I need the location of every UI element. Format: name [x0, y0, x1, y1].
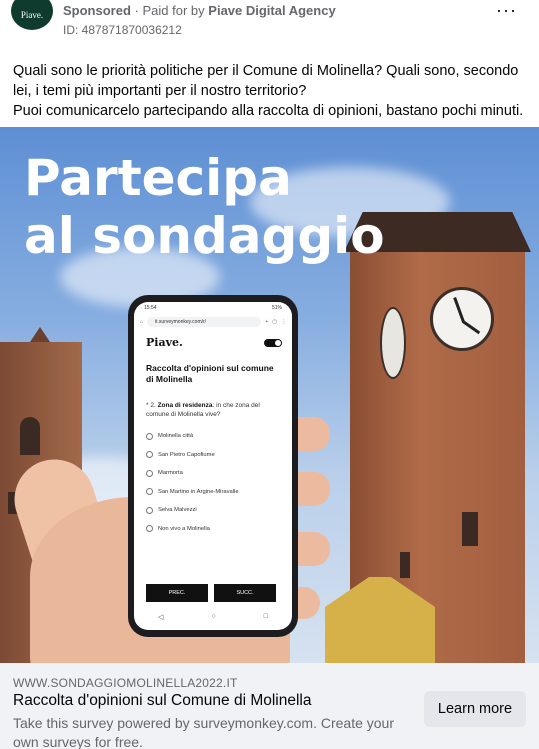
avatar-text: Piave.: [20, 10, 44, 20]
radio-icon: [146, 506, 153, 514]
radio-icon: [146, 451, 153, 459]
url-text: it.surveymonkey.com/r/: [147, 317, 262, 327]
headline-line-2: al sondaggio: [24, 207, 385, 265]
option-label: Molinella città: [158, 433, 194, 440]
survey-option: San Martino in Argine-Miravalle: [146, 483, 280, 502]
ad-creative-image[interactable]: Partecipa al sondaggio 15:54 51% ⌂ it.su…: [0, 127, 539, 663]
question-bold: Zona di residenza: [157, 402, 213, 409]
radio-icon: [146, 469, 153, 477]
phone-time: 15:54: [144, 305, 157, 311]
radio-icon: [146, 488, 153, 496]
option-label: Selva Malvezzi: [158, 507, 197, 514]
paid-for-by-label: Paid for by: [142, 3, 205, 18]
sponsor-line: Sponsored · Paid for by Piave Digital Ag…: [63, 3, 336, 18]
link-title[interactable]: Raccolta d'opinioni sul Comune di Moline…: [13, 692, 311, 710]
radio-icon: [146, 432, 153, 440]
headline-line-1: Partecipa: [24, 149, 292, 207]
option-label: Marmorta: [158, 470, 183, 477]
option-label: San Pietro Capofiume: [158, 451, 215, 458]
home-circle-icon: ○: [211, 613, 216, 620]
question-number: * 2.: [146, 402, 156, 409]
home-icon: ⌂: [140, 319, 144, 325]
survey-option: Selva Malvezzi: [146, 501, 280, 520]
survey-option: Marmorta: [146, 464, 280, 483]
phone-battery: 51%: [271, 305, 282, 311]
survey-option: Molinella città: [146, 427, 280, 446]
plus-icon: +: [265, 319, 269, 325]
next-button: SUCC.: [214, 584, 276, 602]
survey-header: Piave.: [134, 330, 292, 349]
radio-icon: [146, 525, 153, 533]
back-icon: ◁: [158, 614, 164, 621]
link-description: Take this survey powered by surveymonkey…: [13, 715, 395, 749]
link-preview[interactable]: WWW.SONDAGGIOMOLINELLA2022.IT Raccolta d…: [0, 663, 539, 749]
browser-url-bar: ⌂ it.surveymonkey.com/r/ + ▢ ⋮: [134, 314, 292, 330]
post-text: Quali sono le priorità politiche per il …: [13, 61, 528, 121]
ad-id: ID: 487871870036212: [63, 23, 182, 37]
link-domain: WWW.SONDAGGIOMOLINELLA2022.IT: [13, 676, 238, 690]
phone-status-bar: 15:54 51%: [134, 302, 292, 314]
creative-headline: Partecipa al sondaggio: [24, 149, 385, 265]
recents-icon: □: [263, 613, 268, 620]
survey-option: San Pietro Capofiume: [146, 446, 280, 465]
tabs-icon: ▢: [272, 319, 277, 325]
toggle-icon: [264, 338, 282, 347]
phone-screen: 15:54 51% ⌂ it.surveymonkey.com/r/ + ▢ ⋮…: [134, 302, 292, 630]
survey-question: * 2. Zona di residenza: in che zona del …: [134, 385, 292, 419]
learn-more-button[interactable]: Learn more: [424, 691, 526, 727]
survey-option: Non vivo a Molinella: [146, 520, 280, 539]
post-text-line-1: Quali sono le priorità politiche per il …: [13, 63, 519, 99]
tower-window: [462, 512, 478, 546]
advertiser-avatar[interactable]: Piave.: [11, 0, 53, 30]
post-text-line-2: Puoi comunicarcelo partecipando alla rac…: [13, 103, 524, 119]
survey-nav: PREC. SUCC.: [146, 584, 276, 602]
option-label: Non vivo a Molinella: [158, 525, 210, 532]
more-options-icon[interactable]: ···: [496, 0, 517, 21]
android-soft-keys: ◁ ○ □: [134, 613, 292, 621]
survey-title: Raccolta d'opinioni sul comune di Moline…: [146, 363, 274, 384]
separator: ·: [134, 3, 139, 18]
option-label: San Martino in Argine-Miravalle: [158, 488, 239, 495]
clock-icon: [430, 287, 494, 351]
ad-header: Piave. Sponsored · Paid for by Piave Dig…: [0, 0, 539, 50]
agency-link[interactable]: Piave Digital Agency: [208, 3, 335, 18]
survey-brand: Piave.: [146, 336, 183, 349]
survey-options: Molinella città San Pietro Capofiume Mar…: [134, 419, 292, 538]
side-clock-icon: [380, 307, 406, 379]
sponsored-label[interactable]: Sponsored: [63, 3, 131, 18]
phone-mockup: 15:54 51% ⌂ it.surveymonkey.com/r/ + ▢ ⋮…: [128, 295, 298, 637]
tower-window: [400, 552, 410, 578]
menu-icon: ⋮: [281, 319, 286, 325]
prev-button: PREC.: [146, 584, 208, 602]
